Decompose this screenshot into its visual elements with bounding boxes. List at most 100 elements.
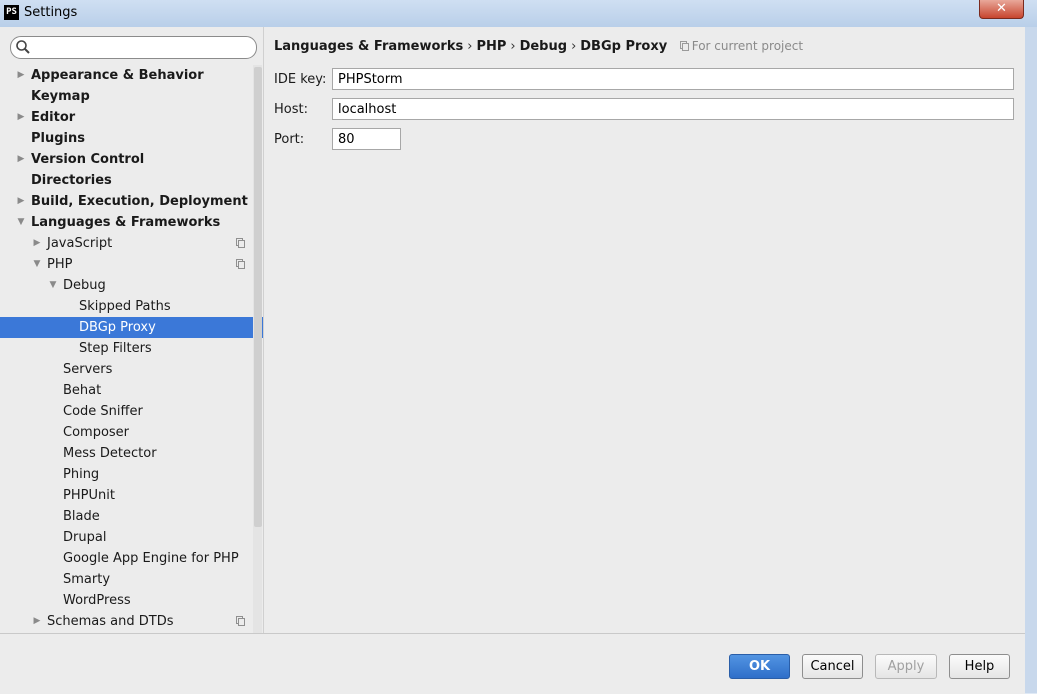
collapsed-arrow-icon[interactable]: ▶	[31, 233, 43, 254]
tree-item[interactable]: Code Sniffer	[0, 401, 263, 422]
collapsed-arrow-icon[interactable]: ▶	[31, 611, 43, 632]
tree-item[interactable]: Phing	[0, 464, 263, 485]
tree-item[interactable]: ▼ Languages & Frameworks	[0, 212, 263, 233]
breadcrumb-item: Debug	[519, 39, 568, 54]
ide-key-label: IDE key:	[274, 72, 327, 87]
tree-item[interactable]: Directories	[0, 170, 263, 191]
tree-item-label: Servers	[63, 362, 113, 377]
settings-dialog: ▶ Appearance & Behavior Keymap ▶ Editor Plugi…	[0, 27, 1026, 694]
tree-item[interactable]: Smarty	[0, 569, 263, 590]
tree-item-label: Drupal	[63, 530, 107, 545]
ok-button[interactable]: OK	[729, 654, 790, 679]
project-scope-icon	[679, 41, 689, 51]
tree-item[interactable]: Skipped Paths	[0, 296, 263, 317]
tree-item-label: Behat	[63, 383, 102, 398]
breadcrumb-separator: ›	[510, 39, 516, 54]
collapsed-arrow-icon[interactable]: ▶	[15, 107, 27, 128]
settings-tree: ▶ Appearance & Behavior Keymap ▶ Editor Plugi…	[0, 65, 263, 632]
project-scope-icon	[236, 238, 245, 248]
breadcrumb-item: DBGp Proxy	[580, 39, 668, 54]
dialog-footer: OK Cancel Apply Help	[0, 633, 1025, 694]
tree-item-label: Phing	[63, 467, 100, 482]
tree-item[interactable]: ▶ Schemas and DTDs	[0, 611, 263, 632]
settings-search-input[interactable]	[35, 38, 250, 55]
project-scope-icon	[236, 616, 245, 626]
port-input[interactable]	[332, 128, 401, 150]
tree-item-label: Directories	[31, 173, 112, 188]
tree-item-label: Build, Execution, Deployment	[31, 194, 248, 209]
tree-item-label: Google App Engine for PHP	[63, 551, 239, 566]
tree-item-label: Blade	[63, 509, 100, 524]
scope-label: For current project	[691, 39, 804, 53]
breadcrumb-item: Languages & Frameworks	[274, 39, 464, 54]
tree-item[interactable]: ▶ Editor	[0, 107, 263, 128]
tree-item-label: Code Sniffer	[63, 404, 143, 419]
collapsed-arrow-icon[interactable]: ▶	[15, 149, 27, 170]
tree-item-label: DBGp Proxy	[79, 320, 156, 335]
tree-item-label: Schemas and DTDs	[47, 614, 174, 629]
tree-item-label: Editor	[31, 110, 76, 125]
tree-item[interactable]: ▼ PHP	[0, 254, 263, 275]
settings-sidebar: ▶ Appearance & Behavior Keymap ▶ Editor Plugi…	[0, 27, 264, 633]
sidebar-scrollbar-thumb[interactable]	[254, 67, 262, 527]
tree-item-label: Plugins	[31, 131, 85, 146]
tree-item-label: WordPress	[63, 593, 131, 608]
scope-indicator: For current project	[679, 39, 804, 53]
tree-item[interactable]: Servers	[0, 359, 263, 380]
tree-item[interactable]: Keymap	[0, 86, 263, 107]
tree-item[interactable]: Mess Detector	[0, 443, 263, 464]
title-bar: PS Settings ✕	[0, 0, 1037, 28]
tree-item-label: Keymap	[31, 89, 90, 104]
tree-item[interactable]: ▶ Version Control	[0, 149, 263, 170]
collapsed-arrow-icon[interactable]: ▶	[15, 65, 27, 86]
window-right-frame	[1025, 27, 1037, 693]
cancel-button[interactable]: Cancel	[802, 654, 863, 679]
tree-item[interactable]: PHPUnit	[0, 485, 263, 506]
tree-item[interactable]: ▶ Appearance & Behavior	[0, 65, 263, 86]
settings-search-box[interactable]	[10, 36, 257, 59]
search-icon	[16, 40, 30, 54]
tree-item-label: Mess Detector	[63, 446, 157, 461]
tree-item[interactable]: WordPress	[0, 590, 263, 611]
tree-item-label: JavaScript	[47, 236, 113, 251]
expanded-arrow-icon[interactable]: ▼	[31, 254, 43, 275]
apply-button[interactable]: Apply	[875, 654, 937, 679]
ide-key-input[interactable]	[332, 68, 1014, 90]
tree-item-label: PHP	[47, 257, 73, 272]
tree-item-label: Skipped Paths	[79, 299, 171, 314]
port-label: Port:	[274, 132, 305, 147]
tree-item[interactable]: Drupal	[0, 527, 263, 548]
tree-item-label: Version Control	[31, 152, 145, 167]
tree-item-label: Debug	[63, 278, 106, 293]
close-window-button[interactable]: ✕	[979, 0, 1024, 19]
breadcrumb-separator: ›	[467, 39, 473, 54]
tree-item[interactable]: ▶ JavaScript	[0, 233, 263, 254]
tree-item[interactable]: ▼ Debug	[0, 275, 263, 296]
tree-item-label: Languages & Frameworks	[31, 215, 221, 230]
tree-item[interactable]: ▶ Build, Execution, Deployment	[0, 191, 263, 212]
project-scope-icon	[236, 259, 245, 269]
tree-item-label: Composer	[63, 425, 130, 440]
tree-item-label: PHPUnit	[63, 488, 115, 503]
breadcrumb-item: PHP	[476, 39, 507, 54]
tree-item[interactable]: Composer	[0, 422, 263, 443]
tree-item[interactable]: Plugins	[0, 128, 263, 149]
tree-item[interactable]: Step Filters	[0, 338, 263, 359]
help-button[interactable]: Help	[949, 654, 1010, 679]
expanded-arrow-icon[interactable]: ▼	[15, 212, 27, 233]
host-input[interactable]	[332, 98, 1014, 120]
tree-item[interactable]: Behat	[0, 380, 263, 401]
host-label: Host:	[274, 102, 308, 117]
tree-item[interactable]: DBGp Proxy	[0, 317, 263, 338]
collapsed-arrow-icon[interactable]: ▶	[15, 191, 27, 212]
tree-item-label: Smarty	[63, 572, 111, 587]
tree-item[interactable]: Google App Engine for PHP	[0, 548, 263, 569]
breadcrumb: Languages & Frameworks › PHP › Debug › DBGp Pr…	[274, 39, 803, 54]
expanded-arrow-icon[interactable]: ▼	[47, 275, 59, 296]
tree-item-label: Step Filters	[79, 341, 152, 356]
tree-item-label: Appearance & Behavior	[31, 68, 204, 83]
tree-item[interactable]: Blade	[0, 506, 263, 527]
phpstorm-app-icon: PS	[4, 5, 19, 20]
breadcrumb-separator: ›	[571, 39, 577, 54]
settings-content-pane: Languages & Frameworks › PHP › Debug › DBGp Pr…	[264, 27, 1025, 633]
